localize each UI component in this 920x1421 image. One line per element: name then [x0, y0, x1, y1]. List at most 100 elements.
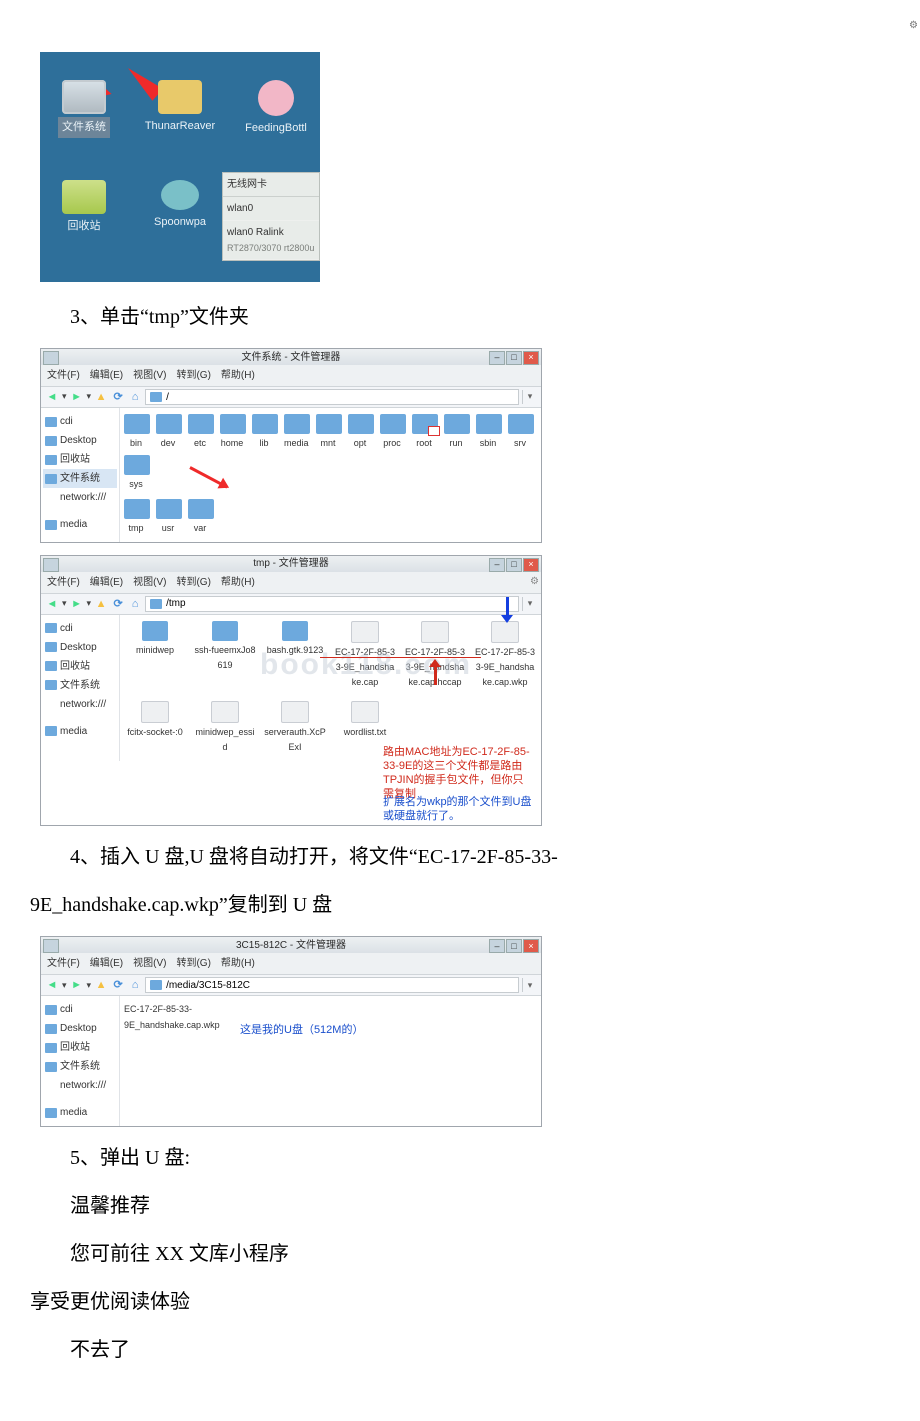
folder-item[interactable]: dev — [156, 414, 180, 451]
sidebar-item[interactable]: Desktop — [43, 638, 117, 657]
folder-item[interactable]: ssh-fueemxJo8619 — [194, 621, 256, 691]
folder-item[interactable]: var — [188, 499, 212, 536]
menu-edit[interactable]: 编辑(E) — [90, 367, 123, 384]
file-item[interactable]: minidwep_essid — [194, 701, 256, 756]
folder-item[interactable]: sys — [124, 455, 148, 492]
desktop-icon-spoonwpa[interactable]: Spoonwpa — [140, 180, 220, 232]
refresh-button[interactable]: ⟳ — [111, 978, 125, 992]
close-button[interactable]: × — [523, 351, 539, 365]
back-button[interactable]: ◄ — [45, 597, 59, 611]
sidebar-item[interactable]: 文件系统 — [43, 1057, 117, 1076]
folder-item[interactable]: lib — [252, 414, 276, 451]
folder-item[interactable]: usr — [156, 499, 180, 536]
file-item[interactable]: EC-17-2F-85-33-9E_handshake.cap.wkp — [124, 1002, 206, 1033]
maximize-button[interactable]: □ — [506, 351, 522, 365]
forward-button[interactable]: ► — [70, 978, 84, 992]
path-dropdown[interactable]: ▾ — [522, 597, 537, 611]
minimize-button[interactable]: ‒ — [489, 351, 505, 365]
file-item[interactable]: EC-17-2F-85-33-9E_handshake.cap.wkp — [474, 621, 536, 691]
folder-item[interactable]: proc — [380, 414, 404, 451]
file-item[interactable]: EC-17-2F-85-33-9E_handshake.cap — [334, 621, 396, 691]
minimize-button[interactable]: ‒ — [489, 558, 505, 572]
sidebar-item[interactable]: 回收站 — [43, 450, 117, 469]
sidebar-item[interactable]: 回收站 — [43, 657, 117, 676]
menu-go[interactable]: 转到(G) — [176, 955, 210, 972]
maximize-button[interactable]: □ — [506, 558, 522, 572]
file-pane[interactable]: book118.com minidwepssh-fueemxJo8619bash… — [120, 615, 541, 761]
sidebar-item[interactable]: network:/// — [43, 488, 117, 507]
desktop-icon-feedingbottle[interactable]: FeedingBottl — [236, 80, 316, 138]
folder-item[interactable]: root — [412, 414, 436, 451]
settings-icon[interactable]: ⚙ — [530, 573, 539, 590]
folder-item[interactable]: minidwep — [124, 621, 186, 691]
sidebar-item[interactable]: media — [43, 722, 117, 741]
desktop-icon-filesystem[interactable]: 文件系统 — [44, 80, 124, 138]
sidebar-item[interactable]: cdi — [43, 619, 117, 638]
sidebar-item[interactable]: network:/// — [43, 1076, 117, 1095]
path-dropdown[interactable]: ▾ — [522, 978, 537, 992]
menu-file[interactable]: 文件(F) — [47, 955, 80, 972]
back-button[interactable]: ◄ — [45, 390, 59, 404]
menu-view[interactable]: 视图(V) — [133, 955, 166, 972]
folder-item[interactable]: mnt — [316, 414, 340, 451]
minimize-button[interactable]: ‒ — [489, 939, 505, 953]
sidebar-item[interactable]: Desktop — [43, 431, 117, 450]
menu-file[interactable]: 文件(F) — [47, 574, 80, 591]
forward-button[interactable]: ► — [70, 597, 84, 611]
window-menu-icon[interactable] — [43, 939, 59, 953]
path-field[interactable]: /tmp — [145, 596, 519, 612]
menu-edit[interactable]: 编辑(E) — [90, 574, 123, 591]
close-button[interactable]: × — [523, 558, 539, 572]
desktop-icon-trash[interactable]: 回收站 — [44, 180, 124, 236]
folder-item[interactable]: tmp — [124, 499, 148, 536]
menu-edit[interactable]: 编辑(E) — [90, 955, 123, 972]
up-button[interactable]: ▲ — [94, 978, 108, 992]
folder-item[interactable]: bin — [124, 414, 148, 451]
sidebar-item[interactable]: media — [43, 1103, 117, 1122]
back-button[interactable]: ◄ — [45, 978, 59, 992]
folder-item[interactable]: sbin — [476, 414, 500, 451]
path-field[interactable]: /media/3C15-812C — [145, 977, 519, 993]
settings-icon[interactable]: ⚙ — [909, 17, 918, 34]
menu-help[interactable]: 帮助(H) — [221, 574, 255, 591]
panel-row[interactable]: wlan0 Ralink RT2870/3070 rt2800u — [223, 221, 319, 260]
refresh-button[interactable]: ⟳ — [111, 597, 125, 611]
folder-item[interactable]: etc — [188, 414, 212, 451]
home-button[interactable]: ⌂ — [128, 390, 142, 404]
folder-item[interactable]: opt — [348, 414, 372, 451]
folder-item[interactable]: home — [220, 414, 244, 451]
home-button[interactable]: ⌂ — [128, 978, 142, 992]
folder-item[interactable]: srv — [508, 414, 532, 451]
file-item[interactable]: fcitx-socket-:0 — [124, 701, 186, 756]
file-item[interactable]: serverauth.XcPExI — [264, 701, 326, 756]
sidebar-item-selected[interactable]: 文件系统 — [43, 469, 117, 488]
sidebar-item[interactable]: cdi — [43, 1000, 117, 1019]
menu-go[interactable]: 转到(G) — [176, 574, 210, 591]
sidebar-item[interactable]: media — [43, 515, 117, 534]
window-menu-icon[interactable] — [43, 558, 59, 572]
refresh-button[interactable]: ⟳ — [111, 390, 125, 404]
file-pane[interactable]: bindevetchomelib media mntoptproc rootrunsb… — [120, 408, 541, 542]
folder-item[interactable]: bash.gtk.9123 — [264, 621, 326, 691]
maximize-button[interactable]: □ — [506, 939, 522, 953]
up-button[interactable]: ▲ — [94, 390, 108, 404]
menu-view[interactable]: 视图(V) — [133, 367, 166, 384]
window-menu-icon[interactable] — [43, 351, 59, 365]
sidebar-item[interactable]: network:/// — [43, 695, 117, 714]
menu-view[interactable]: 视图(V) — [133, 574, 166, 591]
sidebar-item[interactable]: cdi — [43, 412, 117, 431]
path-field[interactable]: / — [145, 389, 519, 405]
up-button[interactable]: ▲ — [94, 597, 108, 611]
menu-go[interactable]: 转到(G) — [176, 367, 210, 384]
menu-file[interactable]: 文件(F) — [47, 367, 80, 384]
sidebar-item[interactable]: 文件系统 — [43, 676, 117, 695]
sidebar-item[interactable]: Desktop — [43, 1019, 117, 1038]
menu-help[interactable]: 帮助(H) — [221, 955, 255, 972]
folder-item[interactable]: media — [284, 414, 308, 451]
file-pane[interactable]: EC-17-2F-85-33-9E_handshake.cap.wkp 这是我的… — [120, 996, 541, 1126]
sidebar-item[interactable]: 回收站 — [43, 1038, 117, 1057]
panel-row[interactable]: wlan0 — [223, 197, 319, 221]
desktop-icon-thunarreaver[interactable]: ThunarReaver — [140, 80, 220, 136]
folder-item[interactable]: run — [444, 414, 468, 451]
close-button[interactable]: × — [523, 939, 539, 953]
